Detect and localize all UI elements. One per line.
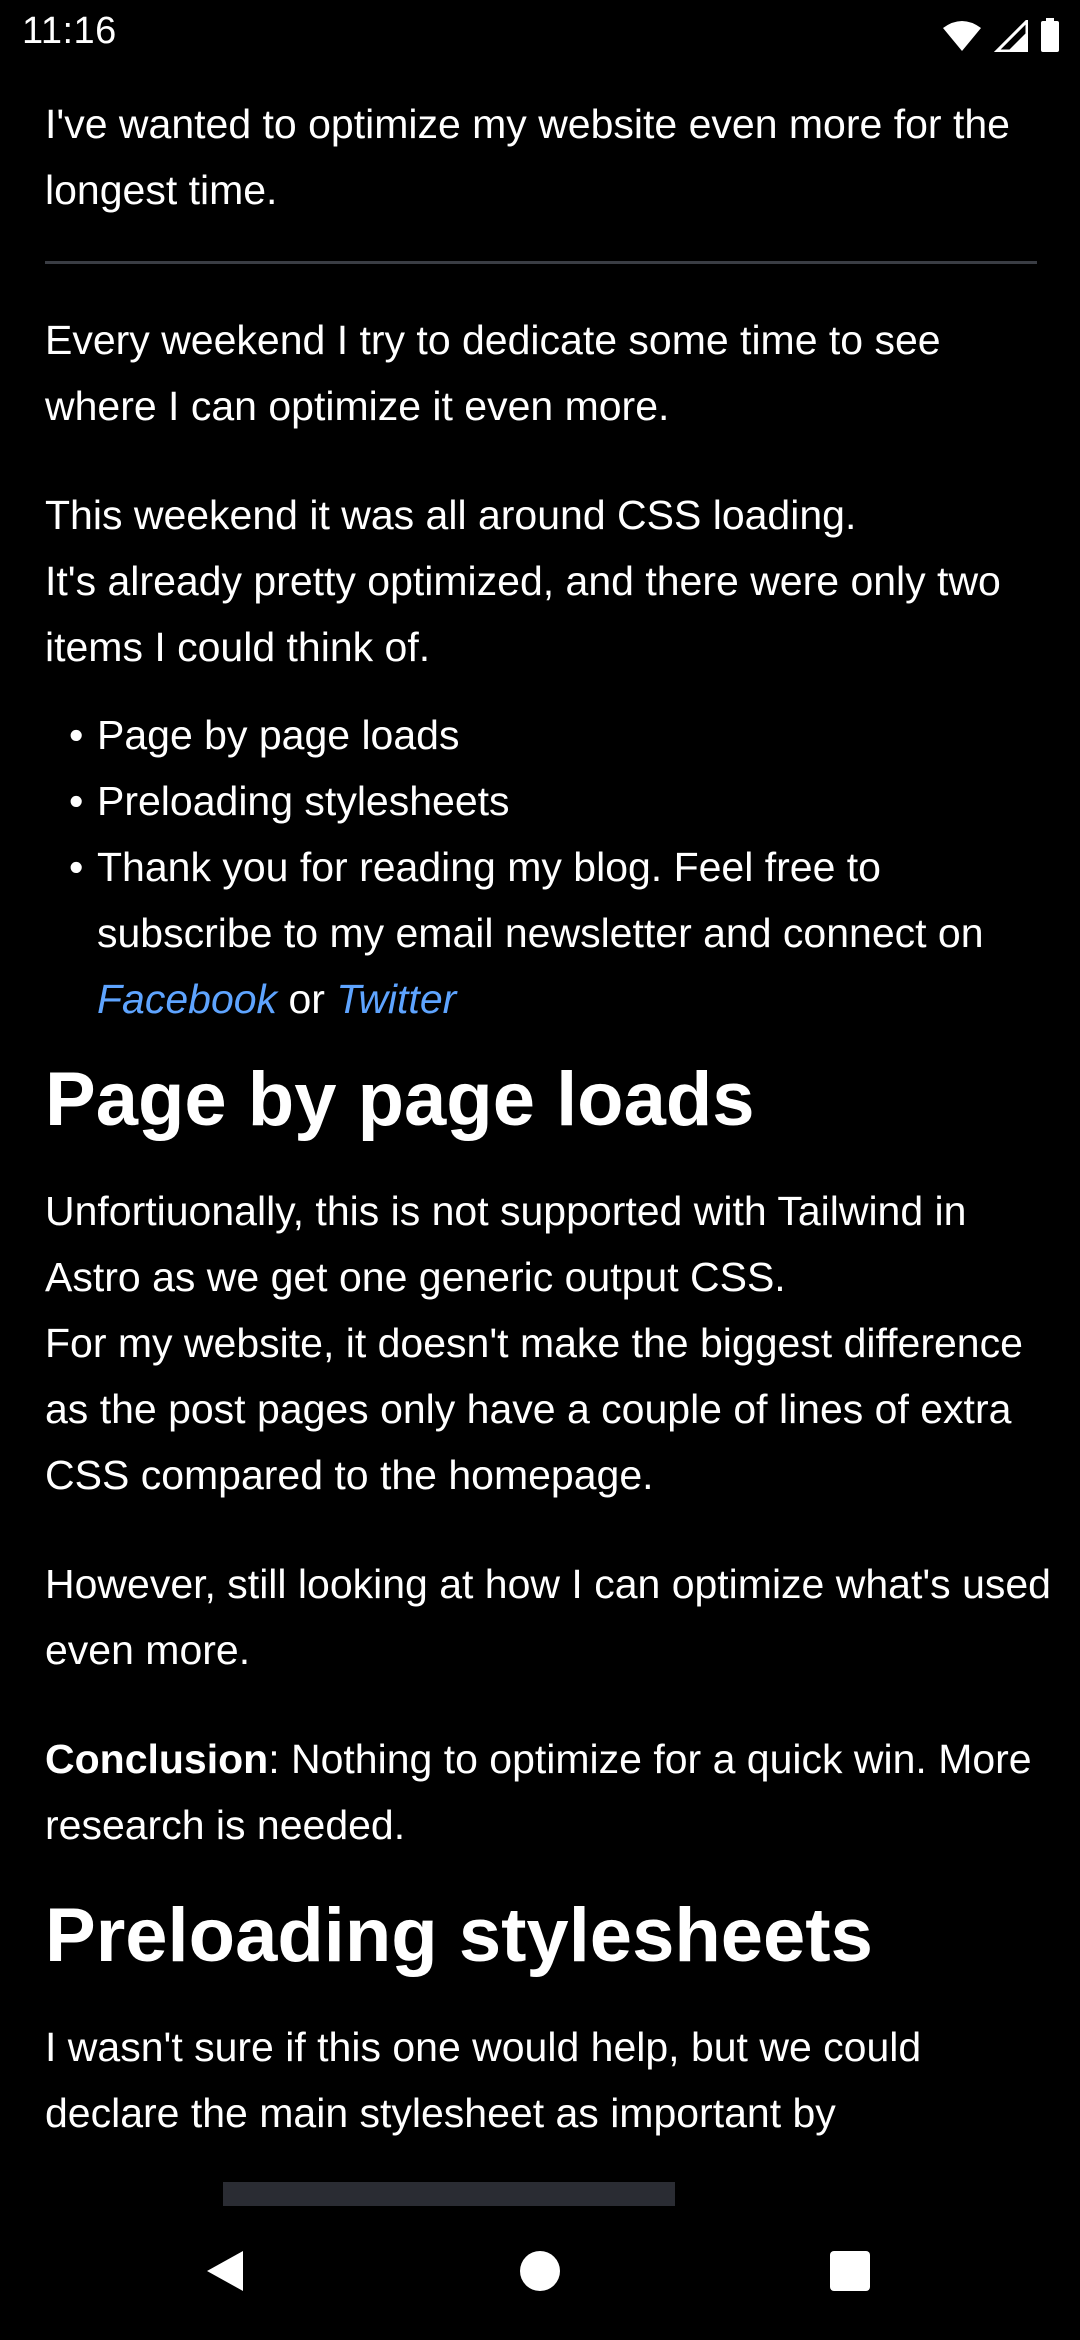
weekend-paragraph: Every weekend I try to dedicate some tim…	[45, 317, 941, 429]
css-loading-line-1: This weekend it was all around CSS loadi…	[45, 492, 857, 538]
bullet-dot: •	[69, 712, 84, 758]
css-loading-line-2: It's already pretty optimized, and there…	[45, 558, 1001, 670]
article-body: I've wanted to optimize my website even …	[45, 66, 1051, 2206]
conclusion-label: Conclusion	[45, 1736, 269, 1782]
navigation-bar	[0, 2206, 1080, 2340]
bullet-dot: •	[69, 778, 84, 824]
status-icons	[942, 16, 1060, 52]
tailwind-paragraph: Unfortiuonally, this is not supported wi…	[45, 1178, 1045, 1508]
wifi-icon	[942, 20, 982, 52]
tailwind-line-2: For my website, it doesn't make the bigg…	[45, 1320, 1023, 1498]
home-icon	[518, 2249, 562, 2298]
conclusion-paragraph: Conclusion: Nothing to optimize for a qu…	[45, 1726, 1035, 1858]
recents-icon	[828, 2249, 872, 2298]
home-button[interactable]	[480, 2206, 600, 2340]
cell-signal-icon	[994, 20, 1028, 52]
preload-paragraph: I wasn't sure if this one would help, bu…	[45, 2014, 1045, 2206]
intro-paragraph: I've wanted to optimize my website even …	[45, 101, 1010, 213]
status-time: 11:16	[22, 10, 117, 52]
horizontal-divider	[45, 261, 1037, 264]
list-item: • Page by page loads	[45, 702, 1040, 768]
items-list: • Page by page loads • Preloading styles…	[45, 702, 1040, 1032]
section-heading-preloading: Preloading stylesheets	[45, 1893, 873, 1978]
list-item-label: Thank you for reading my blog. Feel free…	[97, 844, 984, 956]
inline-code-chip	[223, 2182, 675, 2206]
list-item-label: Page by page loads	[97, 712, 460, 758]
status-bar: 11:16	[0, 0, 1080, 66]
list-item: • Preloading stylesheets	[45, 768, 1040, 834]
preload-line-3-clipped	[45, 2146, 1045, 2206]
preload-line-2: declare the main stylesheet as important…	[45, 2090, 836, 2136]
battery-icon	[1040, 18, 1060, 52]
or-text: or	[277, 976, 337, 1022]
tailwind-line-1: Unfortiuonally, this is not supported wi…	[45, 1188, 967, 1300]
preload-line-1: I wasn't sure if this one would help, bu…	[45, 2024, 922, 2070]
bullet-dot: •	[69, 844, 84, 890]
recents-button[interactable]	[790, 2206, 910, 2340]
however-paragraph: However, still looking at how I can opti…	[45, 1561, 1051, 1673]
css-loading-paragraph: This weekend it was all around CSS loadi…	[45, 482, 1035, 680]
back-button[interactable]	[165, 2206, 285, 2340]
facebook-link[interactable]: Facebook	[97, 976, 277, 1022]
back-icon	[201, 2247, 249, 2300]
article-viewport[interactable]: I've wanted to optimize my website even …	[0, 66, 1080, 2206]
phone-screen: 11:16 I've wanted to optimize my website…	[0, 0, 1080, 2340]
list-item: • Thank you for reading my blog. Feel fr…	[45, 834, 1040, 1032]
list-item-label: Preloading stylesheets	[97, 778, 510, 824]
twitter-link[interactable]: Twitter	[336, 976, 456, 1022]
section-heading-page-loads: Page by page loads	[45, 1057, 755, 1142]
